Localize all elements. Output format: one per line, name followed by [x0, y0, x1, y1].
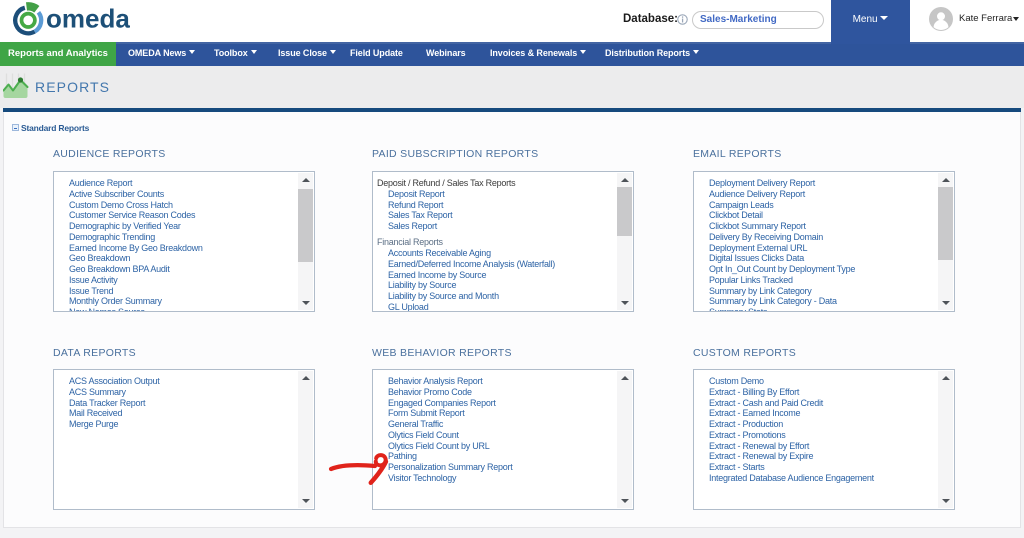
- svg-text:omeda: omeda: [46, 4, 130, 34]
